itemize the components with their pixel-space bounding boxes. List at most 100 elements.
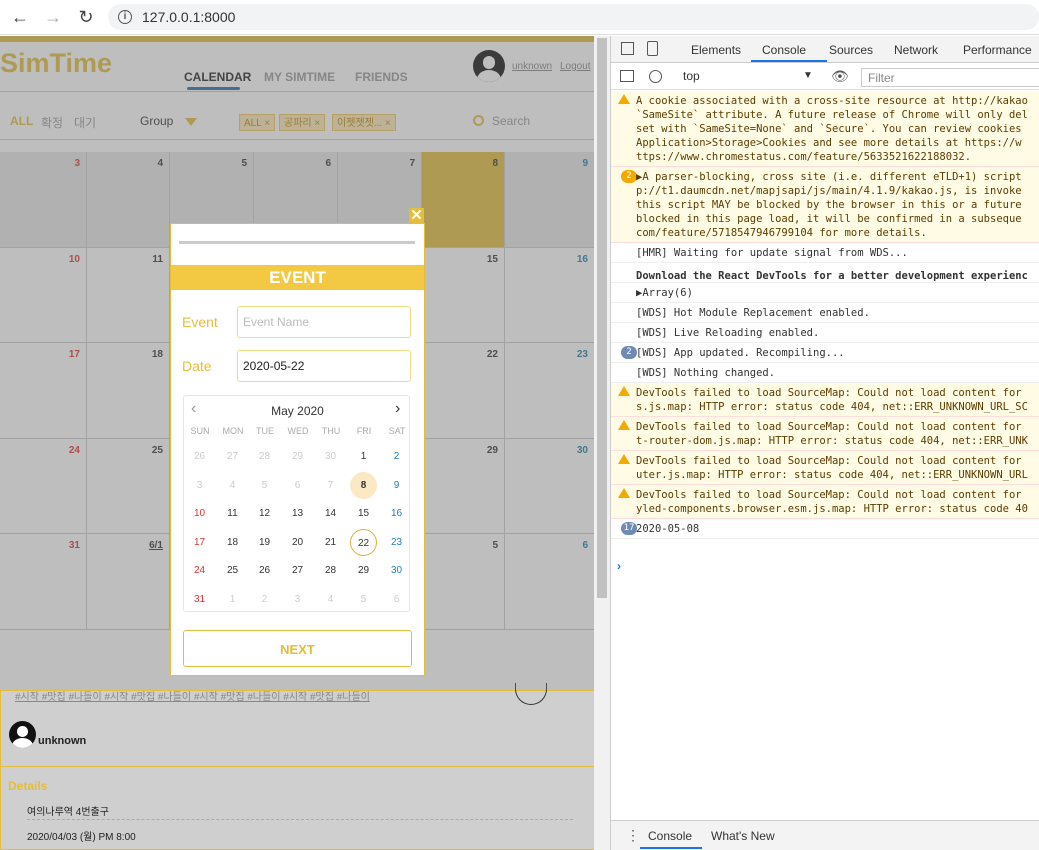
month-label: May 2020 [271,404,324,418]
date-picker-day[interactable]: 13 [284,500,311,527]
console-message[interactable]: DevTools failed to load SourceMap: Could… [611,451,1039,485]
date-picker-day[interactable]: 4 [219,472,246,499]
context-select[interactable]: top [683,69,700,83]
date-picker-day[interactable]: 4 [317,586,344,613]
date-picker-day[interactable]: 12 [251,500,278,527]
date-picker-day[interactable]: 17 [186,529,213,556]
date-picker-day[interactable]: 31 [186,586,213,613]
date-picker-day[interactable]: 30 [317,443,344,470]
console-line: s.js.map: HTTP error: status code 404, n… [636,401,1028,413]
console-line: Application>Storage>Cookies and see more… [636,137,1022,149]
console-message[interactable]: [WDS] Nothing changed. [611,363,1039,383]
console-message[interactable]: [WDS] Live Reloading enabled. [611,323,1039,343]
date-picker-day[interactable]: 25 [219,557,246,584]
device-toggle-icon[interactable] [647,41,658,56]
browser-toolbar: ← → ↻ i 127.0.0.1:8000 [0,0,1039,35]
date-picker-day[interactable]: 6 [383,586,410,613]
date-picker-day[interactable]: 28 [251,443,278,470]
repeat-count-badge: 17 [621,522,637,535]
tab-performance[interactable]: Performance [963,43,1032,57]
inspect-icon[interactable] [621,42,634,55]
date-picker-day[interactable]: 26 [251,557,278,584]
weekday-label: SAT [388,426,406,436]
date-picker-day[interactable]: 1 [219,586,246,613]
page-scrollbar[interactable] [594,36,610,850]
date-picker-day[interactable]: 9 [383,472,410,499]
date-picker-day[interactable]: 20 [284,529,311,556]
console-message[interactable]: 2 ▶A parser-blocking, cross site (i.e. di… [611,167,1039,243]
console-message[interactable]: Download the React DevTools for a better… [611,263,1039,283]
console-message[interactable]: [WDS] Hot Module Replacement enabled. [611,303,1039,323]
console-message[interactable]: 17 2020-05-08 [611,519,1039,539]
date-picker-day[interactable]: 16 [383,500,410,527]
console-message[interactable]: ▶Array(6) [611,283,1039,303]
drawer-tab-whats-new[interactable]: What's New [711,829,775,843]
date-picker-day[interactable]: 14 [317,500,344,527]
more-icon[interactable]: ⋮ [626,827,640,844]
date-picker-day[interactable]: 30 [383,557,410,584]
date-picker-day[interactable]: 24 [186,557,213,584]
date-picker-day[interactable]: 11 [219,500,246,527]
date-picker-day[interactable]: 8 [350,471,377,499]
date-picker-day[interactable]: 21 [317,529,344,556]
console-message[interactable]: [HMR] Waiting for update signal from WDS… [611,243,1039,263]
date-picker-day[interactable]: 7 [317,472,344,499]
drawer-tab-indicator [640,847,702,849]
date-picker-day[interactable]: 23 [383,529,410,556]
date-picker-day[interactable]: 19 [251,529,278,556]
drawer-tab-console[interactable]: Console [648,829,692,843]
warning-icon [618,420,630,430]
post-username[interactable]: unknown [38,735,86,747]
event-modal: EVENT Event Event Name Date 2020-05-22 ‹… [170,223,425,676]
detail-time: 2020/04/03 (월) PM 8:00 [27,832,136,843]
forward-icon[interactable]: → [43,7,63,27]
date-picker-day[interactable]: 3 [284,586,311,613]
date-picker-day[interactable]: 5 [350,586,377,613]
console-line: `SameSite` attribute. A future release o… [636,109,1028,121]
date-picker-day[interactable]: 27 [219,443,246,470]
console-line: DevTools failed to load SourceMap: Could… [636,489,1022,501]
tab-network[interactable]: Network [894,43,938,57]
date-picker-day[interactable]: 3 [186,472,213,499]
clear-console-icon[interactable] [649,70,662,83]
sidebar-toggle-icon[interactable] [620,70,634,82]
console-prompt-icon[interactable]: › [617,559,621,573]
date-picker-day[interactable]: 2 [383,443,410,470]
date-picker-day[interactable]: 22 [350,528,377,556]
date-picker-day[interactable]: 2 [251,586,278,613]
date-picker-day[interactable]: 28 [317,557,344,584]
eye-icon[interactable]: 👁 [831,68,849,85]
console-message[interactable]: 2 [WDS] App updated. Recompiling... [611,343,1039,363]
tab-sources[interactable]: Sources [829,43,873,57]
next-button[interactable]: NEXT [183,630,412,667]
next-month-icon[interactable]: › [395,400,400,418]
tab-console[interactable]: Console [762,43,806,57]
console-message[interactable]: DevTools failed to load SourceMap: Could… [611,383,1039,417]
date-picker-day[interactable]: 18 [219,529,246,556]
reload-icon[interactable]: ↻ [76,7,96,27]
date-picker-day[interactable]: 1 [350,443,377,470]
console-message[interactable]: DevTools failed to load SourceMap: Could… [611,417,1039,451]
tab-elements[interactable]: Elements [691,43,741,57]
date-picker-day[interactable]: 29 [350,557,377,584]
date-picker-day[interactable]: 6 [284,472,311,499]
date-input[interactable]: 2020-05-22 [237,350,411,382]
date-picker-day[interactable]: 10 [186,500,213,527]
event-name-input[interactable]: Event Name [237,306,411,338]
date-picker-day[interactable]: 27 [284,557,311,584]
date-picker-day[interactable]: 15 [350,500,377,527]
console-message[interactable]: DevTools failed to load SourceMap: Could… [611,485,1039,519]
date-picker-day[interactable]: 26 [186,443,213,470]
date-picker-day[interactable]: 5 [251,472,278,499]
weekday-label: THU [321,426,341,436]
close-icon[interactable]: ✕ [409,208,424,223]
console-message[interactable]: A cookie associated with a cross-site re… [611,91,1039,167]
weekday-label: MON [222,426,244,436]
context-dropdown-icon[interactable]: ▼ [803,70,813,81]
filter-input[interactable]: Filter [861,68,1039,87]
back-icon[interactable]: ← [10,7,30,27]
scrollbar-thumb[interactable] [597,38,607,598]
date-picker-day[interactable]: 29 [284,443,311,470]
address-bar[interactable]: i 127.0.0.1:8000 [108,4,1039,30]
info-icon[interactable]: i [118,10,132,24]
